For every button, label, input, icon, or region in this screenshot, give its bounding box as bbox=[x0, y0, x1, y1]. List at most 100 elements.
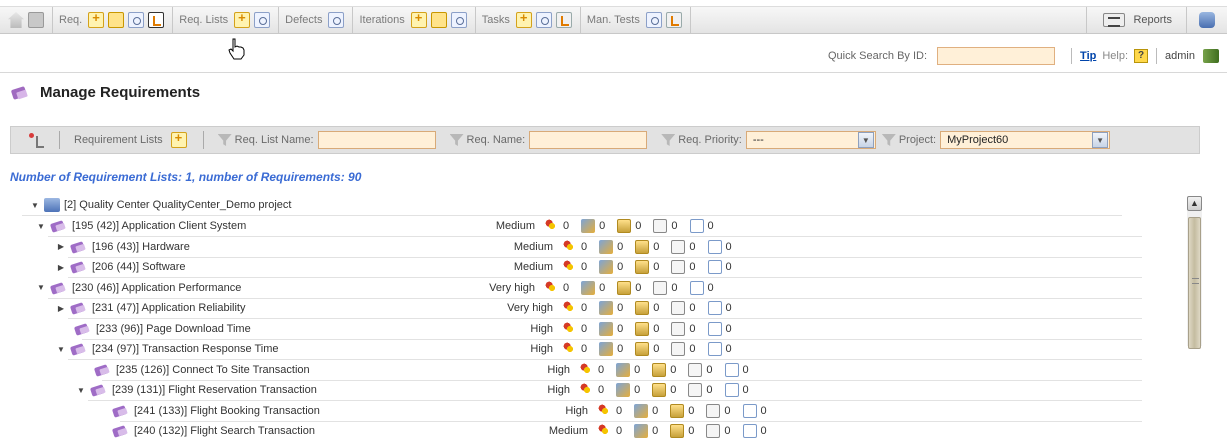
copy-requirement-icon[interactable] bbox=[108, 12, 125, 28]
scroll-up-icon[interactable]: ▲ bbox=[1187, 196, 1202, 211]
tests-count[interactable]: 0 bbox=[599, 342, 623, 356]
docs-count[interactable]: 0 bbox=[689, 280, 714, 295]
scroll-track[interactable] bbox=[1187, 211, 1202, 349]
defects-count[interactable]: 0 bbox=[563, 301, 587, 315]
defects-count[interactable]: 0 bbox=[545, 219, 569, 233]
add-req-list-icon[interactable] bbox=[234, 10, 251, 28]
docs-count[interactable]: 0 bbox=[689, 219, 714, 233]
defects-count[interactable]: 0 bbox=[563, 342, 587, 356]
tree-structure-icon[interactable] bbox=[27, 132, 45, 148]
defects-count[interactable]: 0 bbox=[580, 362, 604, 377]
logout-icon[interactable] bbox=[1203, 49, 1219, 63]
req-priority-select[interactable]: --- ▼ bbox=[745, 131, 876, 149]
tasks-count[interactable]: 0 bbox=[617, 219, 641, 233]
help-icon[interactable]: ? bbox=[1134, 49, 1149, 63]
runs-count[interactable]: 0 bbox=[688, 362, 713, 377]
defects-count[interactable]: 0 bbox=[545, 280, 569, 295]
tests-count[interactable]: 0 bbox=[634, 403, 658, 418]
runs-count[interactable]: 0 bbox=[706, 424, 731, 438]
runs-count[interactable]: 0 bbox=[653, 280, 678, 295]
add-task-icon[interactable] bbox=[515, 10, 532, 28]
chevron-down-icon[interactable]: ▼ bbox=[1092, 132, 1109, 148]
tasks-count[interactable]: 0 bbox=[635, 342, 659, 356]
tasks-count[interactable]: 0 bbox=[635, 321, 659, 336]
project-select[interactable]: MyProject60 ▼ bbox=[940, 131, 1111, 149]
search-req-list-icon[interactable] bbox=[254, 12, 271, 28]
tasks-tree-icon[interactable] bbox=[555, 12, 572, 28]
runs-count[interactable]: 0 bbox=[671, 342, 696, 356]
search-tasks-icon[interactable] bbox=[535, 12, 552, 28]
reports-button[interactable]: Reports bbox=[1086, 7, 1186, 33]
add-requirement-list-icon[interactable] bbox=[170, 130, 187, 148]
runs-count[interactable]: 0 bbox=[671, 301, 696, 315]
tree-row[interactable]: ▼ [239 (131)] Flight Reservation Transact… bbox=[76, 380, 317, 400]
expand-arrow-icon[interactable]: ▼ bbox=[30, 201, 40, 210]
runs-count[interactable]: 0 bbox=[671, 321, 696, 336]
add-requirement-icon[interactable] bbox=[88, 10, 105, 28]
defects-count[interactable]: 0 bbox=[598, 403, 622, 418]
docs-count[interactable]: 0 bbox=[707, 239, 732, 254]
tree-row[interactable]: ▶ [231 (47)] Application Reliability bbox=[56, 298, 246, 318]
tree-row[interactable]: [241 (133)] Flight Booking Transaction bbox=[108, 401, 320, 421]
defects-count[interactable]: 0 bbox=[598, 424, 622, 438]
docs-count[interactable]: 0 bbox=[707, 342, 732, 356]
tests-count[interactable]: 0 bbox=[616, 383, 640, 397]
tip-link[interactable]: Tip bbox=[1080, 50, 1096, 62]
docs-count[interactable]: 0 bbox=[707, 321, 732, 336]
tests-count[interactable]: 0 bbox=[581, 280, 605, 295]
add-iteration-icon[interactable] bbox=[410, 10, 427, 28]
search-man-tests-icon[interactable] bbox=[645, 12, 662, 28]
expand-arrow-icon[interactable]: ▼ bbox=[56, 345, 66, 354]
docs-count[interactable]: 0 bbox=[707, 301, 732, 315]
runs-count[interactable]: 0 bbox=[653, 219, 678, 233]
tree-row[interactable]: [235 (126)] Connect To Site Transaction bbox=[90, 360, 310, 380]
home-icon[interactable] bbox=[8, 12, 24, 28]
runs-count[interactable]: 0 bbox=[671, 239, 696, 254]
docs-count[interactable]: 0 bbox=[724, 362, 749, 377]
search-iterations-icon[interactable] bbox=[450, 12, 467, 28]
tasks-count[interactable]: 0 bbox=[635, 239, 659, 254]
docs-count[interactable]: 0 bbox=[724, 383, 749, 397]
expand-arrow-icon[interactable]: ▶ bbox=[56, 263, 66, 272]
tests-count[interactable]: 0 bbox=[634, 424, 658, 438]
tasks-count[interactable]: 0 bbox=[635, 301, 659, 315]
runs-count[interactable]: 0 bbox=[688, 383, 713, 397]
tests-count[interactable]: 0 bbox=[599, 260, 623, 274]
defects-count[interactable]: 0 bbox=[580, 383, 604, 397]
defects-count[interactable]: 0 bbox=[563, 239, 587, 254]
tree-root[interactable]: ▼ [2] Quality Center QualityCenter_Demo … bbox=[30, 195, 291, 215]
tree-row[interactable]: ▼ [195 (42)] Application Client System bbox=[36, 216, 246, 236]
tree-row[interactable]: ▼ [234 (97)] Transaction Response Time bbox=[56, 339, 278, 359]
runs-count[interactable]: 0 bbox=[706, 403, 731, 418]
expand-arrow-icon[interactable]: ▶ bbox=[56, 304, 66, 313]
expand-arrow-icon[interactable]: ▼ bbox=[36, 283, 46, 292]
req-name-input[interactable] bbox=[529, 131, 648, 149]
users-button[interactable] bbox=[1186, 7, 1227, 33]
tree-row[interactable]: ▶ [206 (44)] Software bbox=[56, 257, 186, 277]
tree-row[interactable]: ▶ [196 (43)] Hardware bbox=[56, 237, 190, 257]
search-requirement-icon[interactable] bbox=[128, 12, 145, 28]
requirement-tree-icon[interactable] bbox=[148, 12, 165, 28]
quick-search-input[interactable] bbox=[937, 47, 1056, 65]
tests-count[interactable]: 0 bbox=[616, 362, 640, 377]
req-list-name-input[interactable] bbox=[317, 131, 436, 149]
tree-scrollbar[interactable]: ▲ bbox=[1187, 196, 1202, 349]
chevron-down-icon[interactable]: ▼ bbox=[857, 132, 874, 148]
expand-arrow-icon[interactable]: ▶ bbox=[56, 242, 66, 251]
docs-count[interactable]: 0 bbox=[742, 424, 767, 438]
defects-count[interactable]: 0 bbox=[563, 321, 587, 336]
search-defects-icon[interactable] bbox=[328, 12, 345, 28]
tree-row[interactable]: ▼ [230 (46)] Application Performance bbox=[36, 278, 241, 298]
docs-count[interactable]: 0 bbox=[707, 260, 732, 274]
hide-menu-icon[interactable] bbox=[28, 12, 44, 28]
tasks-count[interactable]: 0 bbox=[652, 383, 676, 397]
copy-iteration-icon[interactable] bbox=[430, 12, 447, 28]
docs-count[interactable]: 0 bbox=[742, 403, 767, 418]
scroll-thumb[interactable] bbox=[1188, 217, 1201, 349]
defects-count[interactable]: 0 bbox=[563, 260, 587, 274]
tasks-count[interactable]: 0 bbox=[670, 424, 694, 438]
tree-row[interactable]: [240 (132)] Flight Search Transaction bbox=[108, 421, 315, 438]
tests-count[interactable]: 0 bbox=[581, 219, 605, 233]
tasks-count[interactable]: 0 bbox=[617, 280, 641, 295]
tests-count[interactable]: 0 bbox=[599, 301, 623, 315]
